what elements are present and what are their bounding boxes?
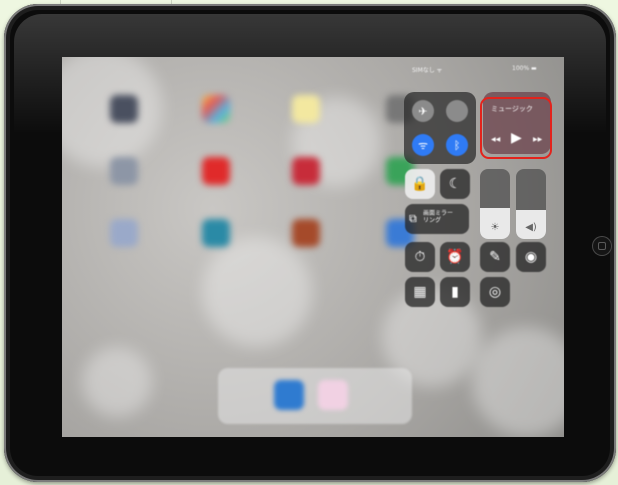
notes-icon[interactable]: ✎: [480, 242, 510, 272]
app-icon-app[interactable]: [292, 157, 320, 185]
dock-app-icon[interactable]: [318, 380, 348, 410]
screen-mirroring-button[interactable]: ⧉ 画面ミラー リング: [405, 204, 469, 234]
app-icon-books[interactable]: [292, 219, 320, 247]
cellular-data-icon[interactable]: [446, 100, 468, 122]
dock: [218, 368, 412, 424]
alarm-icon[interactable]: ⏰: [440, 242, 470, 272]
bluetooth-icon[interactable]: ᛒ: [446, 134, 468, 156]
wallpaper-bokeh: [202, 237, 312, 347]
calculator-icon[interactable]: ▦: [405, 277, 435, 307]
app-icon-photos[interactable]: [202, 95, 230, 123]
brightness-icon: ☀: [490, 222, 500, 233]
camera-icon[interactable]: ◉: [516, 242, 546, 272]
app-icon-notes[interactable]: [292, 95, 320, 123]
status-battery: 100% ▬: [512, 65, 537, 72]
flashlight-icon[interactable]: ▮: [440, 277, 470, 307]
wallpaper-bokeh: [472, 327, 564, 437]
dock-app-icon[interactable]: [274, 380, 304, 410]
screen-mirroring-icon: ⧉: [409, 212, 417, 225]
status-carrier: SIMなし ᯤ: [412, 67, 443, 74]
airplane-mode-icon[interactable]: ✈: [412, 100, 434, 122]
volume-slider[interactable]: ◀): [516, 169, 546, 239]
app-icon-app[interactable]: [202, 219, 230, 247]
screen-mirroring-label: 画面ミラー リング: [423, 210, 454, 224]
wifi-icon[interactable]: ᯤ: [412, 134, 434, 156]
app-icon-settings[interactable]: [110, 157, 138, 185]
wallpaper-bokeh: [82, 347, 152, 417]
volume-icon: ◀): [525, 222, 537, 233]
screen-record-icon[interactable]: ◎: [480, 277, 510, 307]
do-not-disturb-icon[interactable]: ☾: [440, 169, 470, 199]
rotation-lock-icon[interactable]: 🔒: [405, 169, 435, 199]
ipad-screen: SIMなし ᯤ 100% ▬ ✈ ᯤ ᛒ ミュージック ◀◀ ▶ ▶▶ 🔒 ☾ …: [62, 57, 564, 437]
app-icon-weather[interactable]: [110, 95, 138, 123]
brightness-slider[interactable]: ☀: [480, 169, 510, 239]
connectivity-module: ✈ ᯤ ᛒ: [404, 92, 476, 164]
highlight-annotation: [480, 97, 552, 159]
timer-icon[interactable]: ⏱: [405, 242, 435, 272]
app-icon-youtube[interactable]: [202, 157, 230, 185]
home-button[interactable]: [592, 236, 612, 256]
app-icon-app[interactable]: [110, 219, 138, 247]
